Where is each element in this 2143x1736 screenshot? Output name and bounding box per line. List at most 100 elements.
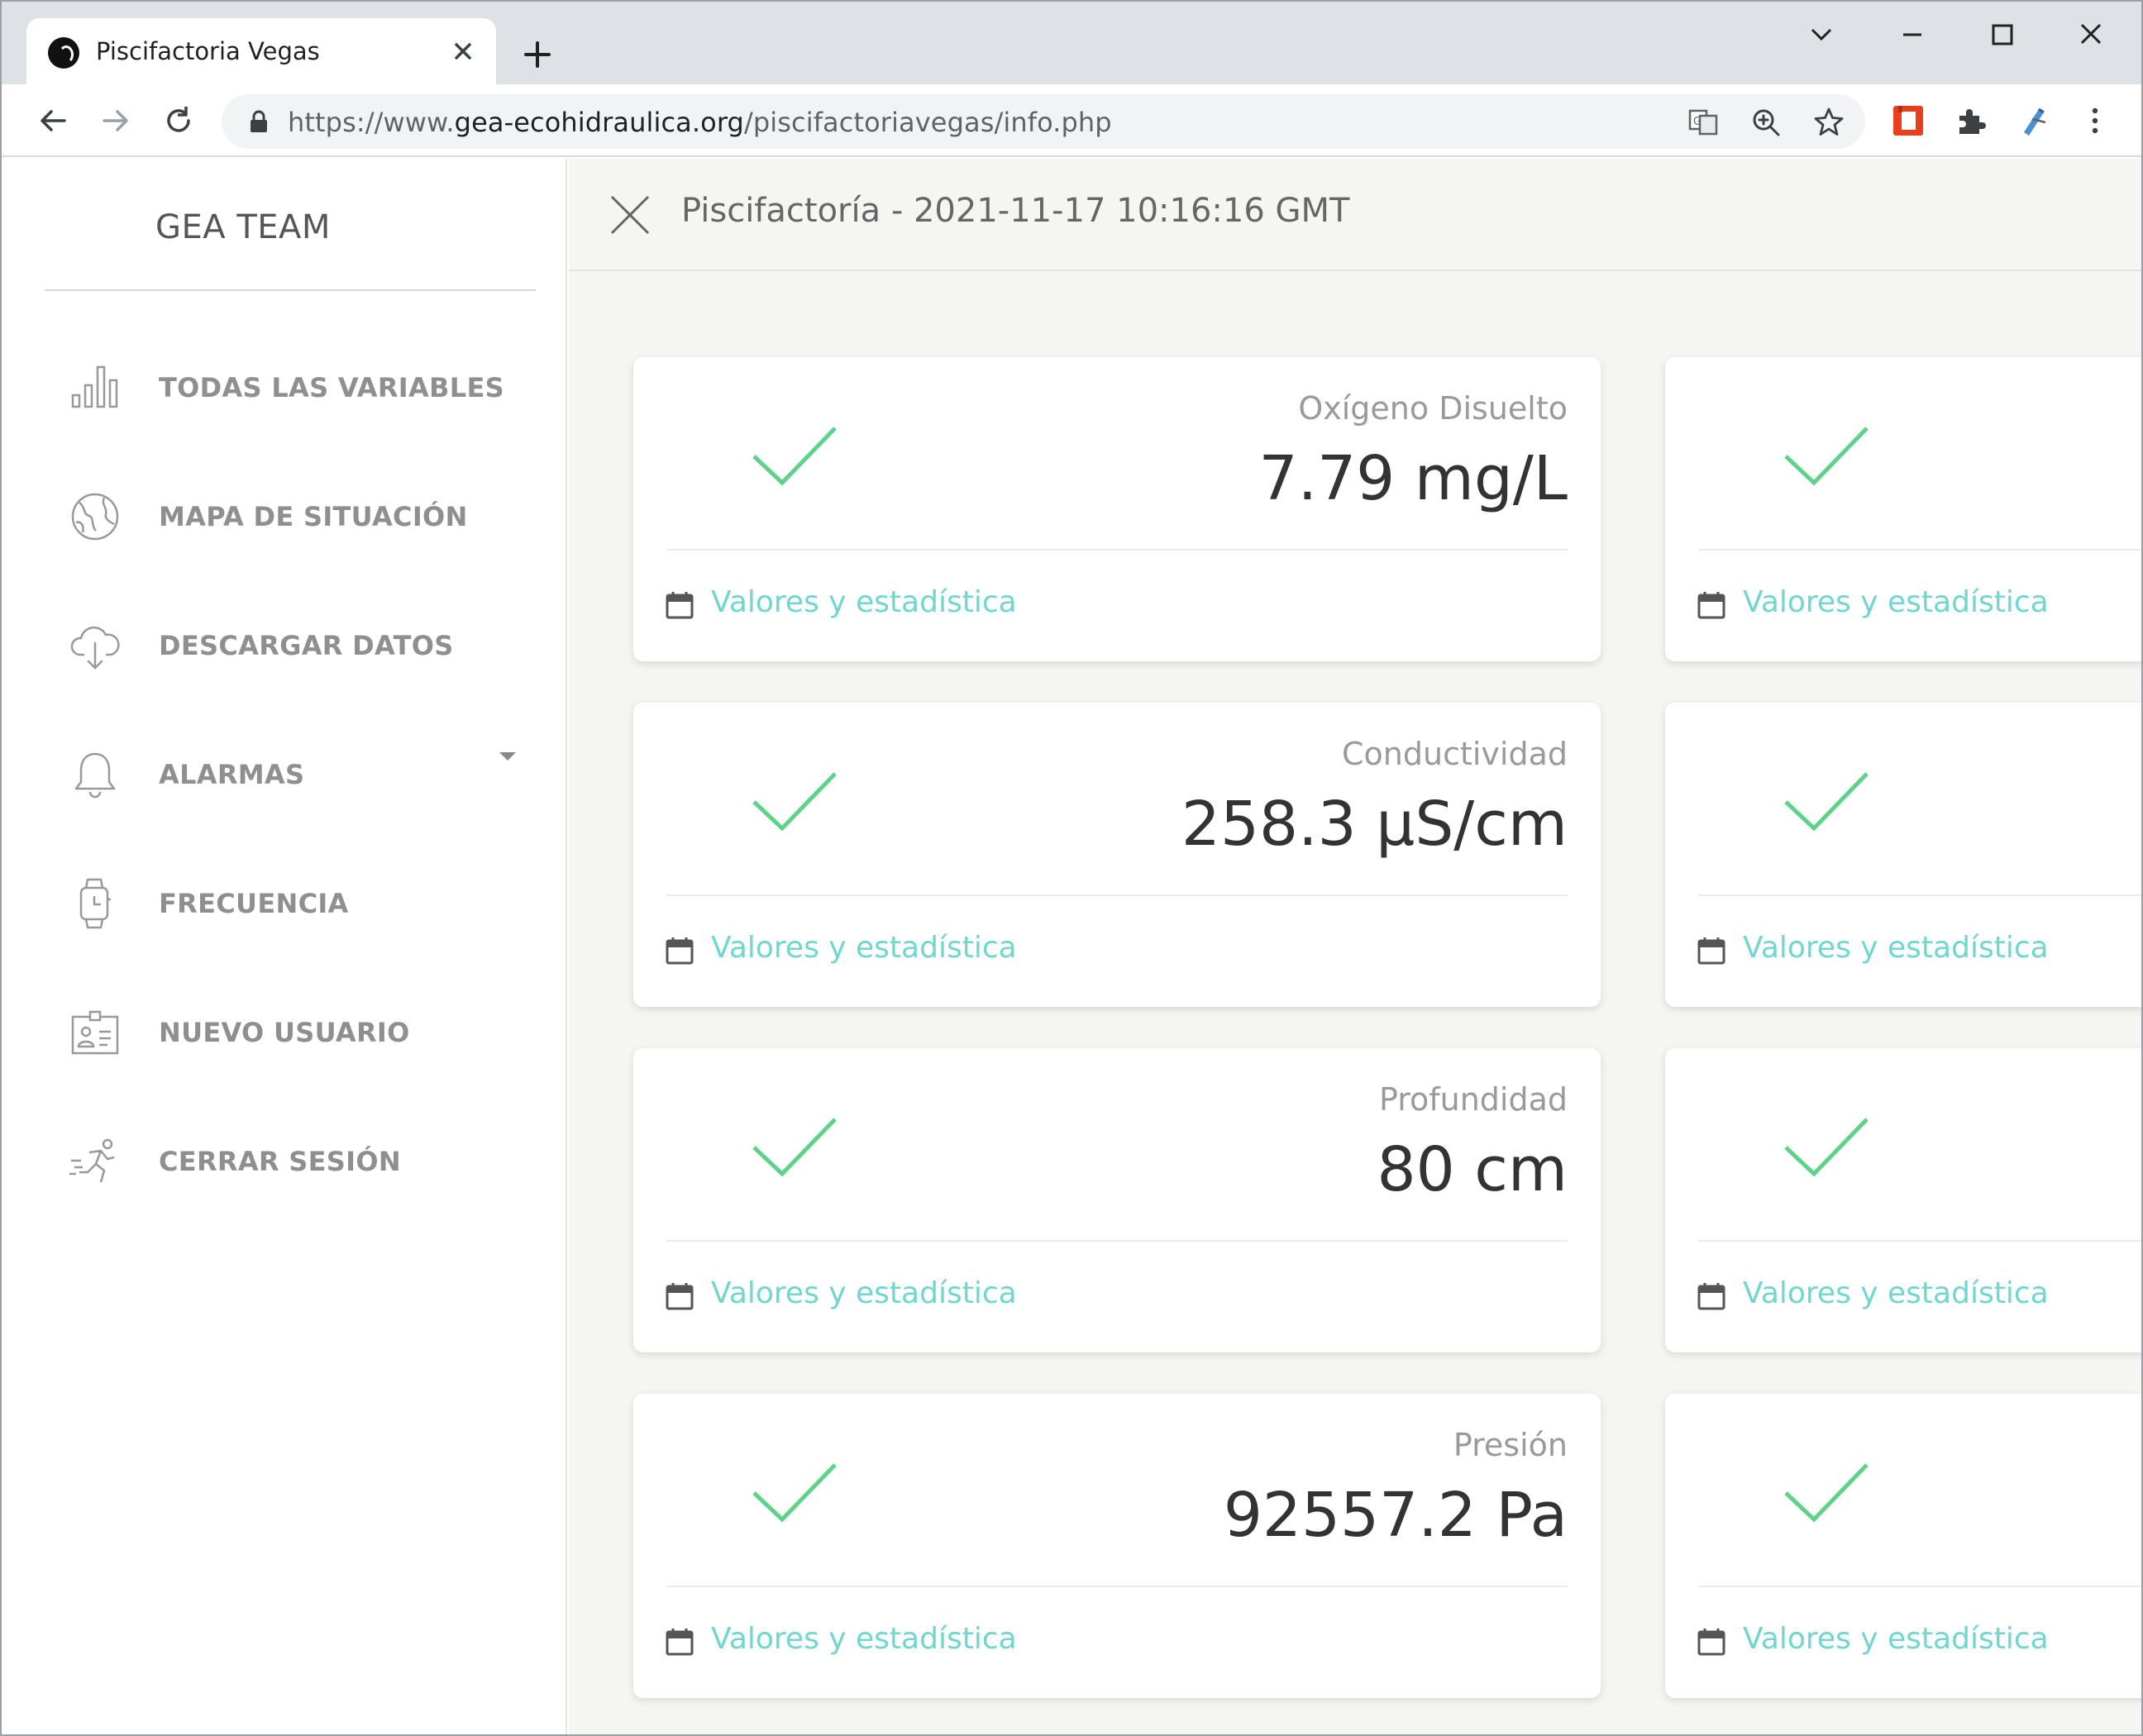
sensor-card: Profundidad 80 cm Valores y estadística [633,1048,1601,1352]
stats-link[interactable]: Valores y estadística [1743,1276,2049,1310]
stats-link[interactable]: Valores y estadística [711,1276,1017,1310]
nav-label: TODAS LAS VARIABLES [159,372,504,403]
card-divider [666,894,1568,896]
translate-icon[interactable]: G [1685,104,1721,141]
lock-icon[interactable] [248,109,270,134]
calendar-icon [1697,592,1725,619]
browser-menu-icon[interactable] [2075,101,2115,141]
stats-link[interactable]: Valores y estadística [711,585,1017,619]
calendar-icon [1697,1283,1725,1310]
sensor-card: Conductividad 258.3 μS/cm Valores y esta… [633,703,1601,1007]
sensor-value: 258.3 μS/cm [1181,789,1568,860]
card-divider [1698,549,2141,551]
new-tab-icon[interactable] [514,31,561,78]
check-icon [752,1463,837,1523]
nav-label: DESCARGAR DATOS [159,630,454,661]
zoom-icon[interactable] [1748,104,1784,141]
calendar-icon [1697,1629,1725,1656]
sensor-card: Valores y estadística [1665,357,2141,661]
brand-divider [45,289,536,291]
watch-icon [79,878,111,929]
bar-chart-icon [71,365,118,408]
stats-link[interactable]: Valores y estadística [1743,931,2049,965]
reload-icon[interactable] [159,101,198,141]
nav-alarmas[interactable]: ALARMAS [8,729,567,820]
main-panel: Piscifactoría - 2021-11-17 10:16:16 GMT … [569,159,2141,1734]
sensor-card: Oxígeno Disuelto 7.79 mg/L Valores y est… [633,357,1601,661]
brand-title: GEA TEAM [155,208,331,246]
extensions-puzzle-icon[interactable] [1951,101,1991,141]
url-text[interactable]: https://www.gea-ecohidraulica.org/piscif… [288,107,1112,138]
nav-frecuencia[interactable]: FRECUENCIA [8,858,567,949]
check-icon [752,427,837,486]
check-icon [752,772,837,832]
bell-icon [74,752,116,799]
sensor-value: 92557.2 Pa [1223,1480,1568,1551]
check-icon [1784,772,1869,832]
card-divider [1698,894,2141,896]
nav-todas-las-variables[interactable]: TODAS LAS VARIABLES [8,342,567,433]
stats-link[interactable]: Valores y estadística [1743,585,2049,619]
calendar-icon [666,1283,694,1310]
nav-descargar-datos[interactable]: DESCARGAR DATOS [8,600,567,691]
sensor-label: Profundidad [1378,1081,1568,1118]
tab-bar: Piscifactoria Vegas [2,2,2141,86]
globe-icon [71,493,119,541]
stats-link[interactable]: Valores y estadística [711,1622,1017,1656]
tab-title: Piscifactoria Vegas [96,37,320,65]
sensor-value: 7.79 mg/L [1258,443,1568,514]
nav-label: CERRAR SESIÓN [159,1146,401,1177]
svg-text:G: G [1693,116,1702,128]
calendar-icon [1697,937,1725,965]
stats-link[interactable]: Valores y estadística [1743,1622,2049,1656]
nav-label: FRECUENCIA [159,888,349,919]
sensor-label: Oxígeno Disuelto [1298,390,1568,427]
check-icon [1784,1118,1869,1177]
nav-label: ALARMAS [159,759,305,790]
page-header: Piscifactoría - 2021-11-17 10:16:16 GMT [569,159,2141,271]
pdf-extension-icon[interactable] [1888,101,1928,141]
nav-label: NUEVO USUARIO [159,1017,410,1048]
close-icon[interactable] [607,192,653,238]
browser-tab[interactable]: Piscifactoria Vegas [26,18,496,86]
browser-window: Piscifactoria Vegas https://www.gea-ecoh… [0,0,2143,1736]
pen-extension-icon[interactable] [2014,101,2054,141]
nav-cerrar-sesion[interactable]: CERRAR SESIÓN [8,1116,567,1207]
chevron-down-icon[interactable] [499,752,516,761]
back-arrow-icon[interactable] [33,101,73,141]
running-icon [69,1138,115,1183]
site-favicon-icon [48,37,79,69]
id-card-icon [71,1010,119,1055]
sidebar: GEA TEAM TODAS LAS VARIABLES MAPA DE SIT… [8,159,567,1734]
sensor-card: Valores y estadística [1665,1048,2141,1352]
nav-mapa-de-situacion[interactable]: MAPA DE SITUACIÓN [8,471,567,562]
card-divider [666,1240,1568,1242]
sensor-card: Valores y estadística [1665,703,2141,1007]
calendar-icon [666,937,694,965]
address-bar[interactable]: https://www.gea-ecohidraulica.org/piscif… [222,94,1865,149]
check-icon [1784,427,1869,486]
bookmark-star-icon[interactable] [1811,104,1847,141]
sensor-card: Presión 92557.2 Pa Valores y estadística [633,1394,1601,1698]
nav-label: MAPA DE SITUACIÓN [159,501,468,532]
tab-search-chevron-icon[interactable] [1792,10,1850,60]
nav-nuevo-usuario[interactable]: NUEVO USUARIO [8,987,567,1078]
maximize-icon[interactable] [1973,10,2031,60]
calendar-icon [666,592,694,619]
minimize-icon[interactable] [1883,10,1941,60]
check-icon [752,1118,837,1177]
card-divider [666,549,1568,551]
forward-arrow-icon[interactable] [96,101,136,141]
window-close-icon[interactable] [2062,10,2120,60]
page-title: Piscifactoría - 2021-11-17 10:16:16 GMT [681,192,1350,230]
tab-close-icon[interactable] [446,35,480,68]
calendar-icon [666,1629,694,1656]
check-icon [1784,1463,1869,1523]
sensor-card: Valores y estadística [1665,1394,2141,1698]
app-content: GEA TEAM TODAS LAS VARIABLES MAPA DE SIT… [2,159,2141,1734]
card-divider [1698,1240,2141,1242]
card-divider [1698,1586,2141,1587]
sensor-value: 80 cm [1377,1134,1568,1205]
stats-link[interactable]: Valores y estadística [711,931,1017,965]
browser-toolbar: https://www.gea-ecohidraulica.org/piscif… [2,84,2141,157]
